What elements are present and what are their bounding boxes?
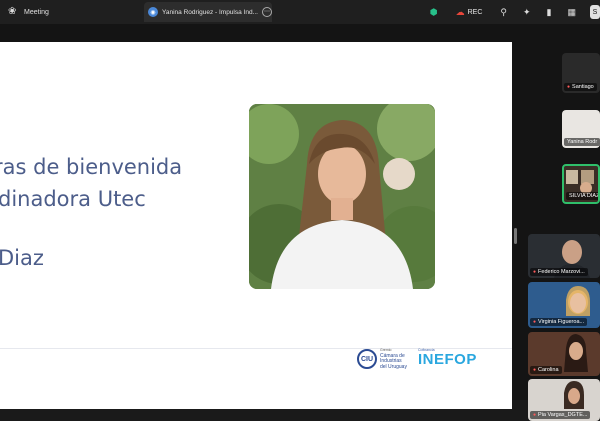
participant-name: SILVIA DIAZ: [569, 193, 600, 199]
participant-name-tag: ● Santiago: [564, 83, 597, 91]
camara-industrias-logo: CIU Gremio Cámara de Industrias del Urug…: [357, 348, 407, 370]
participant-name-tag: ● Carolina: [530, 366, 562, 374]
participant-name-tag: ● Federico Marzovi...: [530, 268, 588, 276]
participant-tile[interactable]: Yanina Rodr: [562, 110, 600, 148]
participant-tile[interactable]: ● Virginia Figueroa...: [528, 282, 600, 328]
camara-line: del Uruguay: [380, 363, 407, 370]
mic-off-icon: ●: [533, 319, 537, 325]
speaker-photo: [249, 104, 435, 289]
participant-tile[interactable]: ● Federico Marzovi...: [528, 234, 600, 278]
slide-line: ras de bienvenida: [0, 155, 183, 179]
slide-line: Diaz: [0, 246, 44, 270]
participant-name-tag: Yanina Rodr: [564, 138, 600, 146]
grid-icon[interactable]: ▦: [567, 7, 576, 18]
participant-name: Federico Marzovi...: [538, 269, 585, 275]
participant-name: Carolina: [538, 367, 559, 373]
more-icon[interactable]: ⋯: [262, 7, 272, 17]
slide-line: dinadora Utec: [0, 187, 146, 211]
shield-icon[interactable]: ⬢: [430, 7, 438, 18]
record-indicator[interactable]: ☁ REC: [456, 7, 483, 18]
participant-name-tag: ● Pia Vargas_DGTE...: [530, 411, 591, 419]
mic-off-icon: ●: [533, 269, 537, 275]
participant-name: Yanina Rodr: [567, 139, 598, 145]
speaker-photo-image: [249, 104, 435, 289]
participant-name-tag: ● Virginia Figueroa...: [530, 318, 588, 326]
cu-seal-icon: CIU: [357, 349, 377, 370]
participant-tile[interactable]: ● Santiago: [562, 53, 600, 93]
rec-label: REC: [467, 8, 483, 16]
cloud-record-icon: ☁: [455, 6, 465, 17]
participant-tile[interactable]: ● Pia Vargas_DGTE...: [528, 379, 600, 421]
shared-slide: ras de bienvenida dinadora Utec Diaz CIU: [0, 42, 512, 409]
sidebar-icon[interactable]: ▮: [547, 7, 552, 18]
sparkle-icon[interactable]: ✦: [523, 7, 531, 18]
camara-text: Gremio Cámara de Industrias del Uruguay: [380, 348, 407, 370]
browser-tab[interactable]: ◉ Yanina Rodriguez - Impulsa Ind... ⋯: [144, 2, 272, 22]
participant-tile[interactable]: ● Carolina: [528, 332, 600, 376]
tab-avatar-icon: ◉: [148, 7, 158, 17]
participant-tile-active[interactable]: SILVIA DIAZ: [562, 164, 600, 204]
meeting-label: Meeting: [24, 8, 49, 16]
meeting-app-label[interactable]: ❀ Meeting: [0, 0, 140, 24]
mic-off-icon: ●: [567, 84, 571, 90]
corner-button[interactable]: S: [590, 5, 600, 19]
mic-off-icon: ●: [533, 412, 537, 418]
participant-name: Santiago: [572, 84, 594, 90]
participant-name-tag: SILVIA DIAZ: [566, 192, 600, 200]
paw-icon: ❀: [8, 6, 17, 17]
participant-name: Pia Vargas_DGTE...: [538, 412, 588, 418]
title-bar: ❀ Meeting ◉ Yanina Rodriguez - Impulsa I…: [0, 0, 600, 24]
meeting-stage: ras de bienvenida dinadora Utec Diaz CIU: [0, 24, 600, 421]
panel-resize-handle[interactable]: [514, 228, 517, 244]
mic-off-icon: ●: [533, 367, 537, 373]
inefop-logo: Cofinancia INEFOP: [418, 348, 477, 368]
tab-title: Yanina Rodriguez - Impulsa Ind...: [162, 8, 258, 16]
participant-name: Virginia Figueroa...: [538, 319, 585, 325]
link-icon[interactable]: ⚲: [500, 7, 507, 18]
inefop-wordmark: INEFOP: [418, 351, 477, 368]
title-bar-actions: ⬢ ☁ REC ⚲ ✦ ▮ ▦ S: [422, 0, 600, 24]
